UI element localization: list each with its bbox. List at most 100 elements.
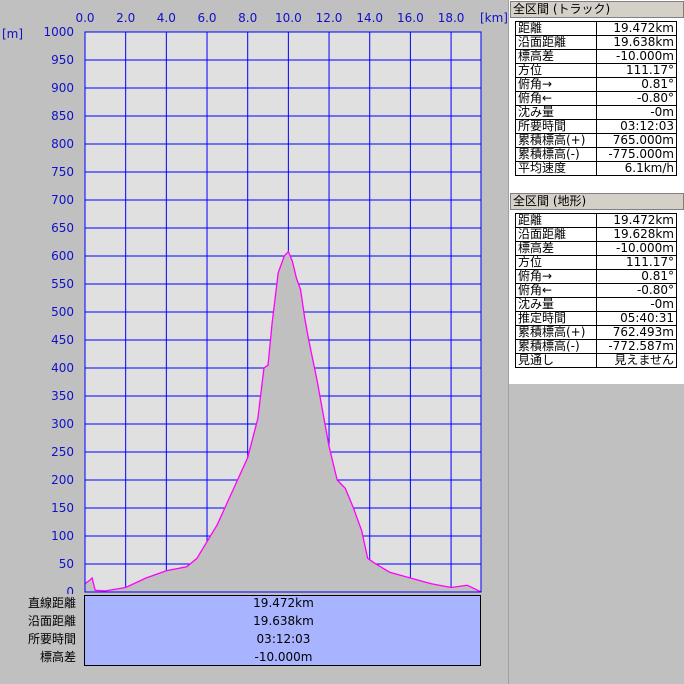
y-tick-label: 700 [51, 193, 74, 207]
summary-label: 所要時間 [27, 632, 76, 646]
terrain-section-title: 全区間 (地形) [510, 193, 684, 210]
track-stat-label: 所要時間 [514, 119, 598, 134]
x-tick-label: 6.0 [197, 11, 216, 25]
x-tick-label: 16.0 [397, 11, 424, 25]
terrain-stat-row: 見通し 見えません [514, 353, 677, 368]
summary-row: 標高差 -10.000m [0, 648, 508, 666]
track-stat-label: 累積標高(-) [514, 147, 598, 162]
track-stat-row: 俯角→ 0.81° [514, 77, 677, 92]
summary-value: -10.000m [254, 650, 313, 664]
x-tick-label: 0.0 [75, 11, 94, 25]
y-tick-label: 550 [51, 277, 74, 291]
terrain-stat-row: 方位 111.17° [514, 255, 677, 270]
y-tick-label: 800 [51, 137, 74, 151]
y-tick-label: 600 [51, 249, 74, 263]
terrain-stat-row: 推定時間 05:40:31 [514, 311, 677, 326]
y-tick-label: 400 [51, 361, 74, 375]
track-stat-label: 俯角← [514, 91, 598, 106]
x-tick-label: 14.0 [356, 11, 383, 25]
terrain-stat-label: 累積標高(+) [514, 325, 598, 340]
track-stats-table: 距離 19.472km 沿面距離 19.638km 標高差 -10.000m 方位 111.1… [514, 21, 677, 176]
terrain-stat-label: 見通し [514, 353, 598, 368]
summary-label: 標高差 [39, 650, 76, 664]
terrain-stat-label: 沿面距離 [514, 227, 598, 242]
terrain-stat-label: 距離 [514, 213, 598, 228]
terrain-stat-row: 距離 19.472km [514, 213, 677, 228]
y-tick-label: 500 [51, 305, 74, 319]
track-stat-label: 俯角→ [514, 77, 598, 92]
terrain-stat-label: 方位 [514, 255, 598, 270]
y-tick-label: 0 [66, 585, 74, 594]
y-tick-label: 200 [51, 473, 74, 487]
chart-svg: 1000950900850800750700650600550500450400… [2, 11, 508, 599]
y-tick-label: 1000 [43, 25, 74, 39]
terrain-stat-label: 標高差 [514, 241, 598, 256]
terrain-stat-value: -0.80° [596, 283, 677, 298]
y-tick-label: 950 [51, 53, 74, 67]
track-stat-label: 標高差 [514, 49, 598, 64]
y-tick-label: 50 [59, 557, 74, 571]
summary-value: 19.638km [253, 614, 314, 628]
terrain-stat-row: 沿面距離 19.628km [514, 227, 677, 242]
y-axis-unit: [m] [2, 27, 23, 41]
track-stat-label: 沿面距離 [514, 35, 598, 50]
summary-value: 19.472km [253, 596, 314, 610]
track-stat-label: 平均速度 [514, 161, 598, 176]
track-stat-label: 沈み量 [514, 105, 598, 120]
track-stat-value: -10.000m [596, 49, 677, 64]
track-stat-row: 標高差 -10.000m [514, 49, 677, 64]
x-tick-label: 4.0 [157, 11, 176, 25]
track-stat-value: 19.638km [596, 35, 677, 50]
track-stat-row: 累積標高(+) 765.000m [514, 133, 677, 148]
terrain-stat-row: 標高差 -10.000m [514, 241, 677, 256]
terrain-stat-row: 累積標高(-) -772.587m [514, 339, 677, 354]
terrain-stat-label: 俯角→ [514, 269, 598, 284]
track-stat-value: 6.1km/h [596, 161, 677, 176]
track-stat-value: -0.80° [596, 91, 677, 106]
elevation-profile-chart[interactable]: 1000 950 900 850 800 750 700 650 600 550 500 450 400… [0, 0, 508, 684]
y-tick-label: 750 [51, 165, 74, 179]
summary-label: 直線距離 [27, 596, 76, 610]
track-stat-row: 沿面距離 19.638km [514, 35, 677, 50]
terrain-stat-row: 俯角← -0.80° [514, 283, 677, 298]
terrain-stat-label: 俯角← [514, 283, 598, 298]
track-stat-value: 19.472km [596, 21, 677, 36]
x-tick-label: 12.0 [316, 11, 343, 25]
track-stat-row: 平均速度 6.1km/h [514, 161, 677, 176]
track-stat-label: 方位 [514, 63, 598, 78]
terrain-stat-value: 19.472km [596, 213, 677, 228]
summary-label: 沿面距離 [27, 614, 76, 628]
summary-row: 所要時間 03:12:03 [0, 630, 508, 648]
terrain-stat-value: -0m [596, 297, 677, 312]
x-axis-unit: [km] [480, 11, 508, 25]
track-stat-value: 111.17° [596, 63, 677, 78]
track-stat-row: 累積標高(-) -775.000m [514, 147, 677, 162]
x-tick-label: 8.0 [238, 11, 257, 25]
terrain-stat-row: 沈み量 -0m [514, 297, 677, 312]
y-tick-label: 650 [51, 221, 74, 235]
track-stat-row: 距離 19.472km [514, 21, 677, 36]
track-stat-value: 03:12:03 [596, 119, 677, 134]
terrain-stat-value: 05:40:31 [596, 311, 677, 326]
panel-empty-area [509, 384, 684, 684]
track-stat-row: 方位 111.17° [514, 63, 677, 78]
track-stat-label: 累積標高(+) [514, 133, 598, 148]
terrain-stat-value: -10.000m [596, 241, 677, 256]
track-stat-value: -0m [596, 105, 677, 120]
summary-row: 直線距離 19.472km [0, 594, 508, 612]
terrain-stat-value: -772.587m [596, 339, 677, 354]
y-tick-label: 250 [51, 445, 74, 459]
track-stat-value: 0.81° [596, 77, 677, 92]
terrain-stat-value: 111.17° [596, 255, 677, 270]
track-section-title: 全区間 (トラック) [510, 1, 684, 18]
terrain-stat-value: 0.81° [596, 269, 677, 284]
x-tick-label: 18.0 [438, 11, 465, 25]
y-tick-label: 350 [51, 389, 74, 403]
track-stat-row: 所要時間 03:12:03 [514, 119, 677, 134]
summary-row: 沿面距離 19.638km [0, 612, 508, 630]
terrain-stat-value: 19.628km [596, 227, 677, 242]
y-tick-label: 900 [51, 81, 74, 95]
track-stat-row: 俯角← -0.80° [514, 91, 677, 106]
terrain-stat-value: 762.493m [596, 325, 677, 340]
terrain-stat-label: 推定時間 [514, 311, 598, 326]
